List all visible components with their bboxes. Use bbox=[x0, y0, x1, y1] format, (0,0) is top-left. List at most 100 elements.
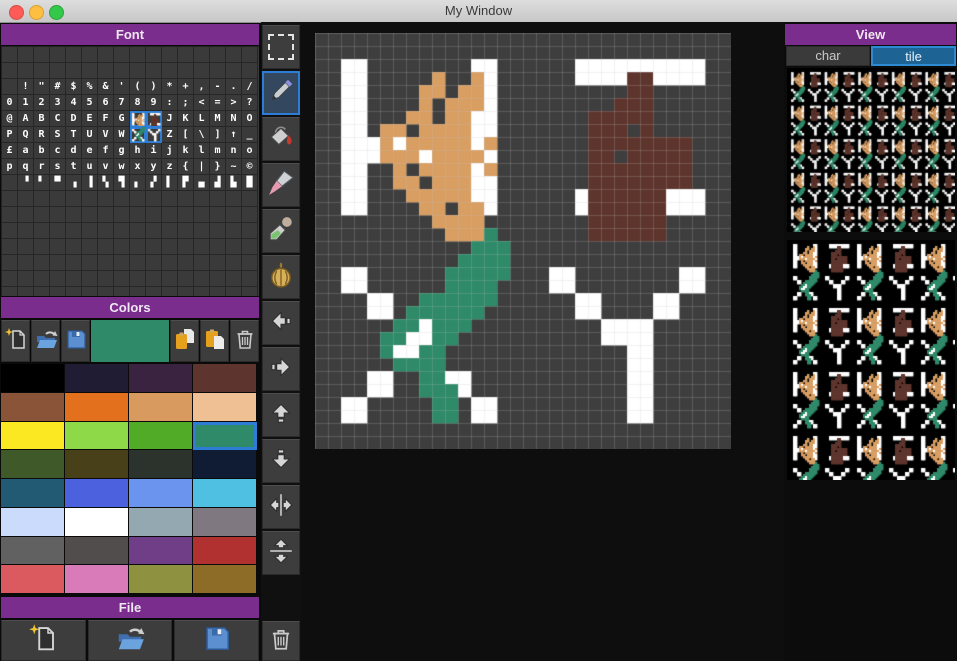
font-grid-cell[interactable]: ▛ bbox=[178, 175, 194, 191]
font-grid-cell[interactable] bbox=[146, 47, 162, 63]
font-grid-cell[interactable] bbox=[98, 271, 114, 287]
palette-swatch[interactable] bbox=[65, 479, 129, 508]
font-grid-cell[interactable]: - bbox=[210, 79, 226, 95]
font-grid-cell[interactable]: h bbox=[130, 143, 146, 159]
font-grid-cell[interactable]: 8 bbox=[130, 95, 146, 111]
font-grid-cell[interactable]: £ bbox=[2, 143, 18, 159]
font-grid-cell[interactable]: \ bbox=[194, 127, 210, 143]
tool-eyedropper[interactable] bbox=[262, 209, 300, 253]
font-grid-cell[interactable] bbox=[194, 207, 210, 223]
palette-swatch[interactable] bbox=[1, 537, 65, 566]
font-grid-cell[interactable] bbox=[146, 207, 162, 223]
font-grid-cell[interactable]: 4 bbox=[66, 95, 82, 111]
font-grid-cell[interactable] bbox=[82, 239, 98, 255]
font-grid-cell[interactable]: ▄ bbox=[194, 175, 210, 191]
font-grid-cell[interactable] bbox=[98, 255, 114, 271]
font-grid-cell[interactable] bbox=[34, 191, 50, 207]
font-grid-cell[interactable]: S bbox=[50, 127, 66, 143]
font-grid-cell[interactable]: ▞ bbox=[146, 175, 162, 191]
font-grid-cell[interactable] bbox=[242, 255, 258, 271]
font-grid-cell[interactable] bbox=[162, 63, 178, 79]
font-grid-cell[interactable]: ( bbox=[130, 79, 146, 95]
font-grid-cell[interactable] bbox=[98, 191, 114, 207]
palette-swatch[interactable] bbox=[193, 364, 257, 393]
font-grid-cell[interactable] bbox=[114, 255, 130, 271]
font-grid-cell[interactable]: ▌ bbox=[162, 175, 178, 191]
palette-swatch[interactable] bbox=[129, 537, 193, 566]
tool-flip-vertical[interactable] bbox=[262, 531, 300, 575]
font-grid-cell[interactable] bbox=[82, 287, 98, 296]
font-grid-cell[interactable] bbox=[34, 239, 50, 255]
font-grid-cell[interactable] bbox=[18, 239, 34, 255]
font-grid-cell[interactable] bbox=[114, 239, 130, 255]
font-grid-cell[interactable]: ▙ bbox=[226, 175, 242, 191]
font-grid-cell[interactable] bbox=[130, 47, 146, 63]
font-grid-cell[interactable]: ▝ bbox=[18, 175, 34, 191]
font-grid-cell[interactable] bbox=[210, 287, 226, 296]
font-grid-cell[interactable] bbox=[194, 223, 210, 239]
font-grid-cell[interactable]: % bbox=[82, 79, 98, 95]
font-grid-cell[interactable]: ! bbox=[18, 79, 34, 95]
paste-color-button[interactable] bbox=[200, 320, 229, 362]
font-grid-cell[interactable] bbox=[130, 207, 146, 223]
font-grid-cell[interactable] bbox=[2, 175, 18, 191]
font-grid-cell[interactable] bbox=[178, 63, 194, 79]
font-grid-cell[interactable]: K bbox=[178, 111, 194, 127]
font-grid-cell[interactable]: k bbox=[178, 143, 194, 159]
copy-color-button[interactable] bbox=[170, 320, 199, 362]
font-grid-cell[interactable]: V bbox=[98, 127, 114, 143]
font-grid-cell[interactable] bbox=[98, 207, 114, 223]
font-grid-cell[interactable]: Q bbox=[18, 127, 34, 143]
font-grid-cell[interactable] bbox=[114, 223, 130, 239]
font-grid-cell[interactable] bbox=[210, 47, 226, 63]
palette-swatch[interactable] bbox=[193, 393, 257, 422]
font-grid-cell[interactable] bbox=[66, 63, 82, 79]
font-grid-cell[interactable] bbox=[34, 255, 50, 271]
font-grid-cell[interactable]: ) bbox=[146, 79, 162, 95]
font-grid-cell[interactable]: = bbox=[210, 95, 226, 111]
font-grid-cell[interactable] bbox=[146, 239, 162, 255]
font-grid-cell[interactable] bbox=[34, 63, 50, 79]
font-grid-cell[interactable] bbox=[66, 207, 82, 223]
font-grid-cell[interactable] bbox=[50, 207, 66, 223]
font-grid-cell[interactable]: ▟ bbox=[210, 175, 226, 191]
font-grid-cell[interactable]: ' bbox=[114, 79, 130, 95]
font-grid-cell[interactable] bbox=[2, 63, 18, 79]
font-grid-cell[interactable] bbox=[194, 47, 210, 63]
palette-swatch[interactable] bbox=[193, 537, 257, 566]
font-grid-cell[interactable]: u bbox=[82, 159, 98, 175]
font-grid-cell[interactable] bbox=[2, 287, 18, 296]
font-grid-cell[interactable] bbox=[114, 207, 130, 223]
font-grid-cell[interactable] bbox=[2, 79, 18, 95]
font-grid-cell[interactable]: E bbox=[82, 111, 98, 127]
save-file-button[interactable] bbox=[174, 620, 259, 661]
font-grid-cell[interactable] bbox=[18, 207, 34, 223]
font-grid-cell[interactable]: $ bbox=[66, 79, 82, 95]
font-grid-cell[interactable] bbox=[98, 63, 114, 79]
font-grid-cell[interactable] bbox=[130, 255, 146, 271]
font-grid-cell[interactable]: z bbox=[162, 159, 178, 175]
palette-swatch[interactable] bbox=[193, 508, 257, 537]
font-grid-cell[interactable] bbox=[226, 287, 242, 296]
font-grid-cell[interactable] bbox=[226, 255, 242, 271]
font-grid-cell[interactable] bbox=[226, 223, 242, 239]
font-grid-cell[interactable] bbox=[2, 207, 18, 223]
palette-swatch[interactable] bbox=[1, 479, 65, 508]
tool-select[interactable] bbox=[262, 25, 300, 69]
font-grid-cell[interactable]: T bbox=[66, 127, 82, 143]
font-grid-cell[interactable] bbox=[146, 271, 162, 287]
palette-swatch[interactable] bbox=[1, 364, 65, 393]
font-grid-cell[interactable] bbox=[162, 191, 178, 207]
font-grid-cell[interactable] bbox=[210, 255, 226, 271]
tool-shift-up[interactable] bbox=[262, 393, 300, 437]
font-grid-cell[interactable] bbox=[242, 239, 258, 255]
font-grid-cell[interactable] bbox=[226, 239, 242, 255]
palette-swatch[interactable] bbox=[65, 422, 129, 451]
font-grid-cell[interactable]: * bbox=[162, 79, 178, 95]
font-grid-cell[interactable] bbox=[130, 191, 146, 207]
font-grid-cell[interactable] bbox=[130, 287, 146, 296]
palette-swatch[interactable] bbox=[1, 393, 65, 422]
font-grid-cell[interactable]: c bbox=[50, 143, 66, 159]
font-grid-cell[interactable] bbox=[226, 47, 242, 63]
font-grid-cell[interactable]: / bbox=[242, 79, 258, 95]
